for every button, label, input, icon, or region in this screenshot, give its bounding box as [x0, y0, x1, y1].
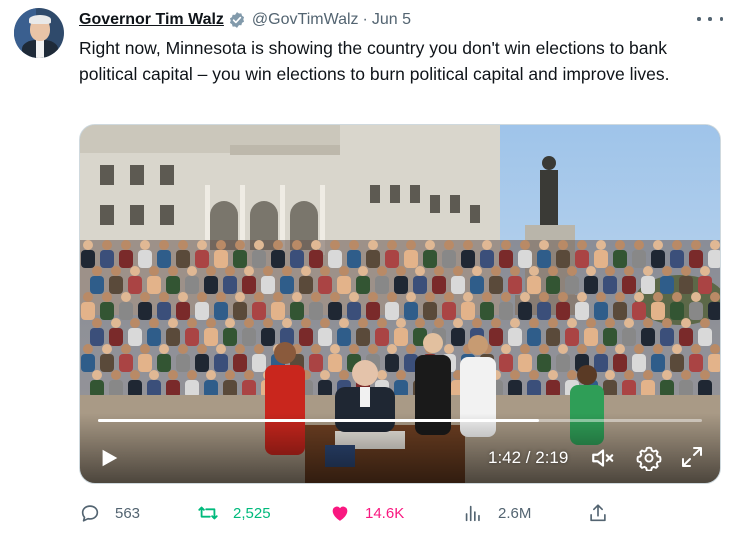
share-button[interactable]: [587, 500, 609, 526]
video-controls: [80, 413, 720, 483]
verified-badge-icon: [229, 12, 244, 28]
header-separator: ·: [362, 11, 368, 28]
like-count: 14.6K: [365, 504, 405, 522]
tweet-date[interactable]: Jun 5: [372, 11, 411, 29]
video-progress-bar[interactable]: [98, 419, 702, 422]
reply-icon: [81, 505, 99, 522]
tweet-text: Right now, Minnesota is showing the coun…: [79, 38, 670, 84]
like-button[interactable]: 14.6K: [329, 500, 404, 526]
views-button[interactable]: 2.6M: [462, 500, 531, 526]
tweet-header: Governor Tim Walz @GovTimWalz · Jun 5: [79, 10, 411, 30]
retweet-icon: [198, 506, 218, 520]
reply-count: 563: [115, 504, 141, 522]
avatar[interactable]: [14, 8, 64, 58]
author-handle[interactable]: @GovTimWalz: [252, 11, 359, 29]
video-time-label: 1:42 / 2:19: [488, 448, 569, 467]
retweet-count: 2,525: [233, 504, 271, 522]
share-icon: [590, 504, 606, 522]
video-progress-fill: [98, 419, 539, 422]
heart-icon: [332, 506, 348, 521]
views-icon: [465, 505, 480, 522]
play-icon[interactable]: [98, 447, 120, 469]
views-count: 2.6M: [498, 504, 532, 522]
tweet-card[interactable]: Governor Tim Walz @GovTimWalz · Jun 5 Ri…: [0, 0, 730, 536]
gear-icon[interactable]: [636, 445, 662, 471]
reply-button[interactable]: 563: [79, 500, 140, 526]
retweet-button[interactable]: 2,525: [197, 500, 271, 526]
volume-muted-icon[interactable]: [590, 445, 616, 471]
video-player[interactable]: 1:42 / 2:19: [79, 124, 721, 484]
fullscreen-icon[interactable]: [680, 445, 704, 469]
more-options-icon[interactable]: [697, 10, 723, 28]
tweet-actions: 563 2,525 14.6K 2.6M: [79, 500, 719, 526]
author-name[interactable]: Governor Tim Walz: [79, 11, 224, 29]
